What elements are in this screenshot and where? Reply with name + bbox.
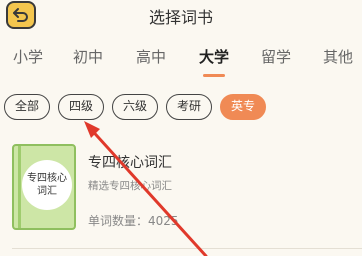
- annotation-arrow-icon: [84, 121, 208, 256]
